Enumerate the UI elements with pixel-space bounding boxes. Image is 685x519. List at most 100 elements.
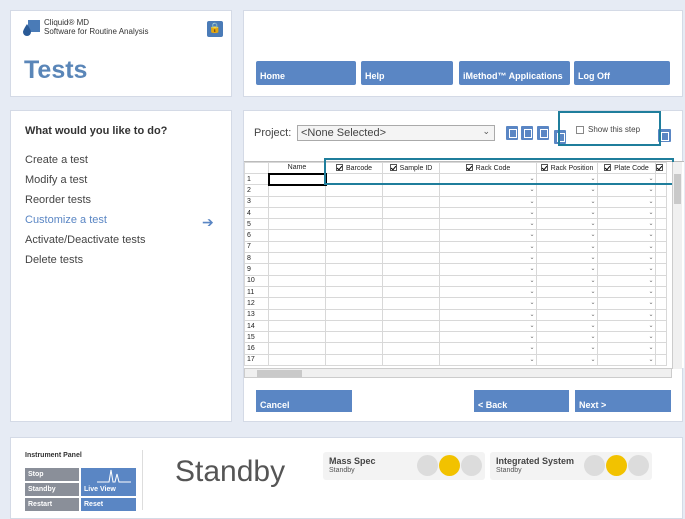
chevron-down-icon[interactable]: ⌄ [589, 332, 597, 342]
grid-cell[interactable] [268, 229, 326, 242]
grid-cell[interactable] [382, 195, 440, 208]
back-button[interactable]: < Back [474, 390, 569, 412]
grid-cell[interactable] [268, 274, 326, 287]
chevron-down-icon[interactable]: ⌄ [528, 197, 536, 207]
grid-cell[interactable]: ⌄ [536, 263, 598, 276]
grid-cell[interactable] [325, 195, 383, 208]
grid-cell[interactable]: ⌄ [597, 195, 656, 208]
grid-cell[interactable] [382, 240, 440, 254]
grid-cell[interactable] [325, 240, 383, 254]
chevron-down-icon[interactable]: ⌄ [528, 287, 536, 297]
chevron-down-icon[interactable]: ⌄ [647, 253, 655, 263]
stop-button[interactable]: Stop [25, 468, 79, 481]
grid-cell[interactable] [382, 285, 440, 299]
chevron-down-icon[interactable]: ⌄ [647, 219, 655, 229]
grid-cell[interactable]: ⌄ [536, 297, 598, 310]
grid-cell[interactable]: ⌄ [597, 353, 656, 367]
grid-cell[interactable]: ⌄ [439, 353, 537, 367]
grid-cell[interactable] [655, 308, 667, 321]
grid-cell[interactable] [268, 285, 326, 299]
chevron-down-icon[interactable]: ⌄ [528, 276, 536, 286]
grid-cell[interactable] [267, 172, 327, 186]
grid-cell[interactable]: ⌄ [536, 285, 598, 299]
chevron-down-icon[interactable]: ⌄ [647, 310, 655, 320]
grid-cell[interactable] [325, 319, 383, 333]
grid-cell[interactable]: ⌄ [536, 184, 598, 197]
grid-cell[interactable] [325, 274, 383, 287]
grid-cell[interactable] [655, 274, 667, 287]
menu-modify-test[interactable]: Modify a test [25, 174, 87, 186]
grid-cell[interactable] [325, 297, 383, 310]
grid-cell[interactable] [655, 184, 667, 197]
grid-cell[interactable] [325, 342, 383, 355]
chevron-down-icon[interactable]: ⌄ [647, 197, 655, 207]
grid-cell[interactable]: ⌄ [439, 252, 537, 265]
grid-cell[interactable]: ⌄ [536, 206, 598, 220]
grid-cell[interactable] [325, 206, 383, 220]
home-button[interactable]: Home [256, 61, 356, 85]
grid-cell[interactable] [382, 297, 440, 310]
grid-cell[interactable] [655, 240, 667, 254]
grid-cell[interactable] [382, 342, 440, 355]
grid-cell[interactable]: ⌄ [439, 274, 537, 287]
menu-activate-deactivate-tests[interactable]: Activate/Deactivate tests [25, 234, 145, 246]
grid-cell[interactable]: ⌄ [597, 184, 656, 197]
grid-cell[interactable]: ⌄ [536, 319, 598, 333]
chevron-down-icon[interactable]: ⌄ [589, 208, 597, 218]
chevron-down-icon[interactable]: ⌄ [589, 321, 597, 331]
grid-cell[interactable] [268, 184, 326, 197]
lock-icon[interactable]: 🔒 [207, 21, 223, 37]
grid-cell[interactable]: ⌄ [597, 342, 656, 355]
grid-cell[interactable] [325, 308, 383, 321]
chevron-down-icon[interactable]: ⌄ [589, 253, 597, 263]
grid-cell[interactable] [655, 297, 667, 310]
grid-cell[interactable]: ⌄ [597, 285, 656, 299]
grid-cell[interactable]: ⌄ [597, 263, 656, 276]
grid-cell[interactable] [268, 195, 326, 208]
grid-cell[interactable] [268, 319, 326, 333]
chevron-down-icon[interactable]: ⌄ [589, 298, 597, 308]
grid-cell[interactable] [268, 263, 326, 276]
chevron-down-icon[interactable]: ⌄ [589, 185, 597, 195]
grid-cell[interactable] [268, 308, 326, 321]
grid-cell[interactable]: ⌄ [439, 184, 537, 197]
chevron-down-icon[interactable]: ⌄ [589, 264, 597, 274]
print-icon[interactable] [537, 126, 549, 140]
grid-cell[interactable] [382, 229, 440, 242]
grid-cell[interactable] [325, 252, 383, 265]
grid-cell[interactable]: ⌄ [597, 308, 656, 321]
grid-cell[interactable] [268, 218, 326, 231]
grid-cell[interactable]: ⌄ [439, 308, 537, 321]
chevron-down-icon[interactable]: ⌄ [647, 276, 655, 286]
grid-cell[interactable] [382, 353, 440, 367]
chevron-down-icon[interactable]: ⌄ [647, 230, 655, 240]
grid-cell[interactable]: ⌄ [597, 252, 656, 265]
grid-cell[interactable] [382, 263, 440, 276]
chevron-down-icon[interactable]: ⌄ [528, 185, 536, 195]
grid-cell[interactable] [655, 342, 667, 355]
grid-cell[interactable] [382, 206, 440, 220]
chevron-down-icon[interactable]: ⌄ [647, 298, 655, 308]
chevron-down-icon[interactable]: ⌄ [647, 343, 655, 353]
chevron-down-icon[interactable]: ⌄ [528, 298, 536, 308]
grid-cell[interactable] [655, 331, 667, 344]
grid-cell[interactable]: ⌄ [597, 297, 656, 310]
grid-cell[interactable]: ⌄ [439, 195, 537, 208]
grid-cell[interactable]: ⌄ [536, 252, 598, 265]
grid-cell[interactable]: ⌄ [597, 229, 656, 242]
grid-cell[interactable]: ⌄ [536, 342, 598, 355]
live-view-button[interactable]: Live View [81, 468, 136, 496]
grid-cell[interactable] [655, 195, 667, 208]
grid-cell[interactable] [655, 206, 667, 220]
grid-cell[interactable]: ⌄ [536, 195, 598, 208]
next-button[interactable]: Next > [575, 390, 671, 412]
grid-cell[interactable]: ⌄ [536, 353, 598, 367]
reset-button[interactable]: Reset [81, 498, 136, 511]
chevron-down-icon[interactable]: ⌄ [647, 208, 655, 218]
grid-cell[interactable] [325, 184, 383, 197]
chevron-down-icon[interactable]: ⌄ [528, 242, 536, 252]
chevron-down-icon[interactable]: ⌄ [528, 264, 536, 274]
grid-cell[interactable]: ⌄ [439, 297, 537, 310]
chevron-down-icon[interactable]: ⌄ [589, 230, 597, 240]
chevron-down-icon[interactable]: ⌄ [589, 242, 597, 252]
